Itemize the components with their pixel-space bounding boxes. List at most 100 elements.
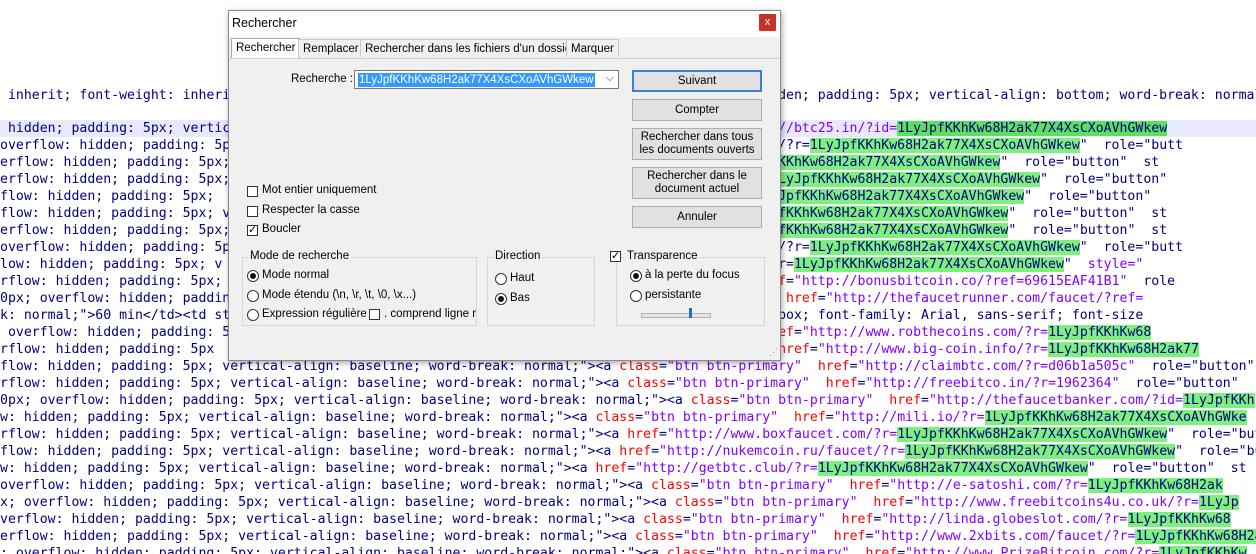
close-button[interactable]: x xyxy=(759,14,776,31)
code-line[interactable]: erflow: hidden; padding: 5px; vertical-a… xyxy=(0,528,1256,545)
code-token: " role="butt xyxy=(1079,138,1184,153)
on-focus-loss-radio[interactable] xyxy=(630,270,642,282)
code-token: "http://www.boxfaucet.com/?r= xyxy=(666,427,898,442)
code-token: "btn btn-primary" xyxy=(643,410,779,425)
dot-newline-checkbox[interactable] xyxy=(369,309,380,320)
mode-extended-radio[interactable] xyxy=(247,290,259,302)
find-all-current-doc-button[interactable]: Rechercher dans le document actuel xyxy=(632,167,762,199)
code-line[interactable]: rflow: hidden; padding: 5px; vertical-al… xyxy=(0,375,1256,392)
code-line[interactable]: 0px; overflow: hidden; padding: 5px; ver… xyxy=(0,392,1255,409)
code-token: "http://www.freebitcoins4u.co.uk/?r= xyxy=(913,495,1199,510)
code-token: = xyxy=(651,444,660,459)
direction-up-radio[interactable] xyxy=(495,273,507,285)
search-match-highlight: 1LyJpfKKh xyxy=(1183,393,1255,408)
search-match-highlight: 1LyJpfKKhKw68H2ak77X4XsCXoAVhGWkew xyxy=(817,461,1088,476)
tab-rechercher-dossier[interactable]: Rechercher dans les fichiers d'un dossie… xyxy=(360,39,580,57)
code-line[interactable]: w: hidden; padding: 5px; vertical-align:… xyxy=(0,460,1247,477)
code-token: role="button" sty xyxy=(1151,359,1255,374)
code-token: = xyxy=(666,376,675,391)
search-match-highlight: 1LyJpfKKhKw68H2ak77X4XsCXoAVhGWkew xyxy=(754,189,1025,204)
code-token: rflow: hidden; padding: 5px; vertical-al… xyxy=(0,427,628,442)
code-token: href xyxy=(841,512,874,527)
code-token: overflow: hidden; padding: 5 xyxy=(0,325,231,340)
code-token: = xyxy=(659,359,667,374)
code-token: "http://nukemcoin.ru/faucet/?r= xyxy=(659,444,906,459)
match-case-label: Respecter la casse xyxy=(262,204,360,216)
code-token: = xyxy=(690,478,699,493)
whole-word-label: Mot entier uniquement xyxy=(262,184,377,196)
find-all-open-docs-button[interactable]: Rechercher dans tous les documents ouver… xyxy=(632,128,762,160)
search-match-highlight: 1LyJpfKKhKw68H2ak77X4XsCXoAVhGWkew xyxy=(897,427,1168,442)
code-token: = xyxy=(786,274,794,289)
code-token: overflow: hidden; padding: 5px xyxy=(0,138,239,153)
tab-marquer[interactable]: Marquer xyxy=(566,39,619,57)
search-mode-title: Mode de recherche xyxy=(248,250,352,262)
mode-normal-radio[interactable] xyxy=(247,270,259,282)
match-case-checkbox[interactable] xyxy=(247,206,258,217)
code-token: flow: hidden; padding: 5px; vertical-ali… xyxy=(0,444,620,459)
code-token: href xyxy=(849,478,882,493)
persistent-radio[interactable] xyxy=(630,290,642,302)
direction-down-label: Bas xyxy=(510,292,530,304)
wrap-label: Boucler xyxy=(262,223,301,235)
code-token: " role="button" st xyxy=(1008,206,1168,221)
code-token: "btn btn-primary" xyxy=(690,512,826,527)
transparency-slider-thumb[interactable] xyxy=(689,308,692,318)
transparency-checkbox[interactable] xyxy=(610,249,621,262)
resize-grip-icon[interactable]: ⋰ xyxy=(769,347,778,358)
code-token: = xyxy=(674,529,683,544)
search-match-highlight: 1LyJp xyxy=(1198,495,1239,510)
next-button[interactable]: Suivant xyxy=(632,70,762,92)
search-label: Recherche : xyxy=(291,73,354,85)
dot-newline-label: . comprend ligne r xyxy=(384,308,477,320)
code-token: verflow: hidden; padding: 5px; vertical-… xyxy=(0,512,644,527)
search-match-highlight: 1LyJpfKKhKw68H2ak77X4XsCXoAVhGWkew xyxy=(793,257,1064,272)
code-line[interactable]: verflow: hidden; padding: 5px; vertical-… xyxy=(0,511,1231,528)
code-token: " role="button" st xyxy=(1000,155,1160,170)
dialog-titlebar[interactable]: Rechercher x xyxy=(229,11,780,37)
mode-regex-radio[interactable] xyxy=(247,309,259,321)
tab-remplacer[interactable]: Remplacer xyxy=(298,39,364,57)
whole-word-checkbox[interactable] xyxy=(247,186,258,197)
code-token: x; overflow: hidden; padding: 5px; verti… xyxy=(0,495,675,510)
transparency-slider-track[interactable] xyxy=(641,313,711,318)
code-token: inherit; font-weight: inherit xyxy=(0,88,239,103)
search-input[interactable]: 1LyJpfKKhKw68H2ak77X4XsCXoAVhGWkew ⌵ xyxy=(354,70,619,89)
code-line[interactable]: x; overflow: hidden; padding: 5px; verti… xyxy=(0,494,1239,511)
count-button[interactable]: Compter xyxy=(632,99,762,121)
code-token: "btn btn-primary" xyxy=(698,478,834,493)
code-token: 0px; overflow: hidden; padding: 5px; ver… xyxy=(0,393,691,408)
search-match-highlight: 1LyJpfKKhKw68H2ak77X4XsCXoAVhGWkew xyxy=(809,138,1080,153)
code-token: rflow: hidden; padding: 5px; vertical-al… xyxy=(0,376,628,391)
direction-down-radio[interactable] xyxy=(495,293,507,305)
code-token: flow: hidden; padding: 5px; v xyxy=(0,206,231,221)
code-line[interactable]: ; overflow: hidden; padding: 5px; vertic… xyxy=(0,545,1247,554)
code-line[interactable]: rflow: hidden; padding: 5px; vertical-al… xyxy=(0,426,1256,443)
code-token: href xyxy=(778,342,810,357)
code-token: = xyxy=(635,410,644,425)
code-token: href xyxy=(873,495,906,510)
find-dialog: Rechercher x Rechercher Remplacer Recher… xyxy=(228,10,781,361)
code-token: class xyxy=(690,393,731,408)
code-token: " role="button" st xyxy=(1008,223,1168,238)
chevron-down-icon[interactable]: ⌵ xyxy=(606,72,614,85)
mode-normal-label: Mode normal xyxy=(262,269,330,281)
code-line[interactable]: overflow: hidden; padding: 5px; vertical… xyxy=(0,477,1223,494)
code-line[interactable]: flow: hidden; padding: 5px; vertical-ali… xyxy=(0,443,1256,460)
search-match-highlight: 1LyJpfKKhKw68 xyxy=(1127,512,1231,527)
code-token: href xyxy=(817,359,850,374)
code-token: "http://linda.globeslot.com/?r= xyxy=(881,512,1128,527)
wrap-checkbox[interactable] xyxy=(247,223,258,236)
code-token: = xyxy=(627,461,636,476)
code-token: flow: hidden; padding: 5px; xyxy=(0,189,215,204)
code-token: "btn btn-primary" xyxy=(682,529,818,544)
search-input-value[interactable]: 1LyJpfKKhKw68H2ak77X4XsCXoAVhGWkew xyxy=(358,73,595,87)
code-token: "http://www.robthecoins.com/?r= xyxy=(801,325,1049,340)
cancel-button[interactable]: Annuler xyxy=(632,206,762,228)
code-line[interactable]: w: hidden; padding: 5px; vertical-align:… xyxy=(0,409,1247,426)
code-token: "btn btn-primary" xyxy=(738,393,874,408)
search-match-highlight: 1LyJpfKKhKw68 xyxy=(1048,325,1152,340)
tab-rechercher[interactable]: Rechercher xyxy=(231,38,301,58)
persistent-label: persistante xyxy=(645,289,702,301)
